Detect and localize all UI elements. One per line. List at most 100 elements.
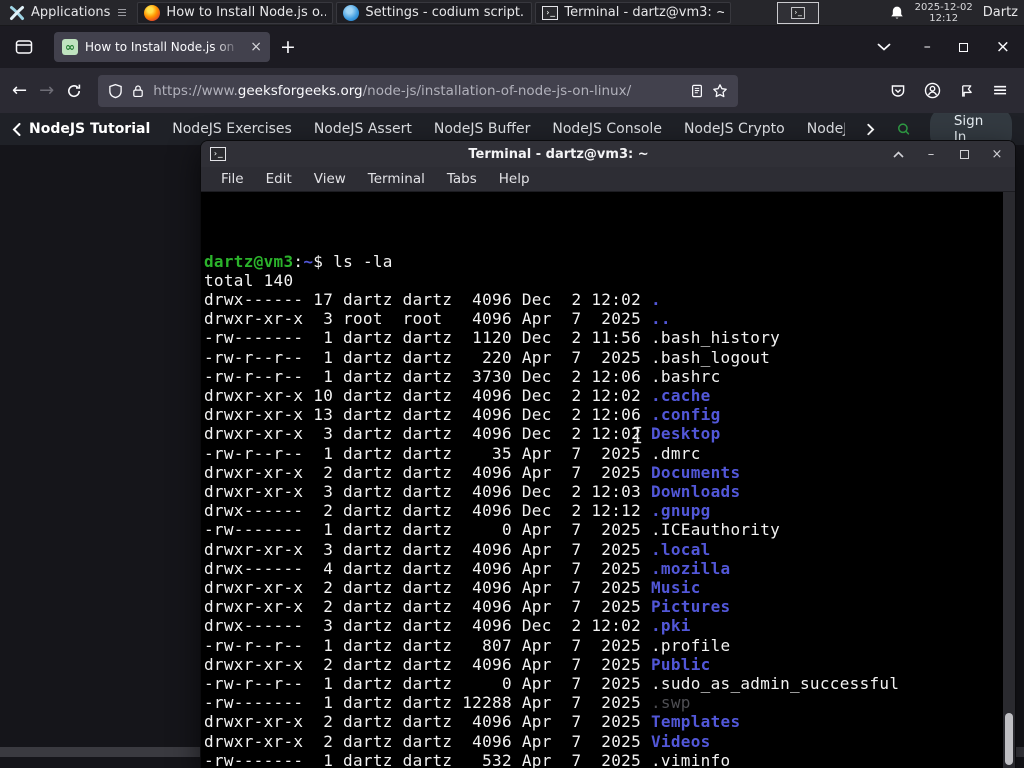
- terminal-window-controls: – ×: [891, 147, 1006, 162]
- lock-icon[interactable]: [131, 83, 145, 99]
- terminal-line: drwxr-xr-x 2 dartz dartz 4096 Apr 7 2025…: [204, 578, 701, 598]
- terminal-icon: ›_: [791, 6, 806, 19]
- terminal-title: Terminal - dartz@vm3: ~: [468, 146, 649, 162]
- mouse-cursor: [632, 426, 643, 444]
- site-nav-item[interactable]: NodeJS DNS: [807, 121, 845, 137]
- taskbar-item-label: How to Install Node.js o...: [166, 5, 327, 20]
- terminal-titlebar[interactable]: ›_ Terminal - dartz@vm3: ~ – ×: [201, 141, 1015, 167]
- reader-view-icon[interactable]: [690, 83, 704, 99]
- shade-button[interactable]: [891, 147, 905, 161]
- clock[interactable]: 2025-12-02 12:12: [915, 2, 973, 24]
- site-nav-item[interactable]: NodeJS Buffer: [434, 121, 531, 137]
- gfg-favicon: ∞: [62, 39, 78, 55]
- back-button[interactable]: ←: [12, 80, 27, 101]
- reload-button[interactable]: [66, 83, 82, 99]
- terminal-line: drwxr-xr-x 2 dartz dartz 4096 Apr 7 2025…: [204, 731, 711, 751]
- applications-label: Applications: [31, 5, 111, 20]
- close-button[interactable]: ×: [996, 38, 1010, 56]
- terminal-scrollbar[interactable]: [1003, 192, 1015, 768]
- applications-menu[interactable]: Applications: [4, 0, 131, 25]
- terminal-menu-help[interactable]: Help: [488, 171, 541, 187]
- scrollbar-thumb[interactable]: [1005, 713, 1013, 765]
- site-nav-items: NodeJS Exercises NodeJS Assert NodeJS Buff…: [172, 121, 845, 137]
- shield-icon[interactable]: [108, 83, 123, 99]
- site-nav-item[interactable]: NodeJS Exercises: [172, 121, 292, 137]
- codium-icon: [343, 4, 360, 21]
- terminal-line: -rw-r--r-- 1 dartz dartz 0 Apr 7 2025 .s…: [204, 674, 900, 694]
- user-menu[interactable]: Dartz: [983, 5, 1018, 20]
- maximize-button[interactable]: [958, 42, 968, 52]
- terminal-line: drwxr-xr-x 10 dartz dartz 4096 Dec 2 12:…: [204, 386, 711, 406]
- minimize-button[interactable]: –: [924, 147, 938, 162]
- clock-date: 2025-12-02: [914, 1, 973, 13]
- site-nav-item[interactable]: NodeJS Console: [552, 121, 662, 137]
- workspace-switcher[interactable]: ›_: [777, 1, 820, 24]
- terminal-line: drwxr-xr-x 13 dartz dartz 4096 Dec 2 12:…: [204, 405, 721, 425]
- extensions-icon[interactable]: [959, 83, 974, 99]
- site-nav-item[interactable]: NodeJS Crypto: [684, 121, 785, 137]
- terminal-line: -rw-r--r-- 1 dartz dartz 35 Apr 7 2025 .…: [204, 443, 701, 463]
- chevron-left-icon: [12, 122, 21, 136]
- search-icon[interactable]: [897, 120, 910, 138]
- tab-title: How to Install Node.js on: [85, 40, 235, 54]
- taskbar-item-firefox[interactable]: How to Install Node.js o...: [137, 1, 334, 24]
- navigation-toolbar: ← → https://www.geeksforgeeks.org/node-j…: [0, 68, 1024, 113]
- top-panel: Applications How to Install Node.js o...…: [0, 0, 1024, 26]
- chevron-right-icon[interactable]: [867, 123, 875, 136]
- taskbar-item-label: Settings - codium script...: [365, 5, 526, 20]
- site-nav-back-label: NodeJS Tutorial: [29, 121, 151, 137]
- terminal-menu-terminal[interactable]: Terminal: [357, 171, 436, 187]
- terminal-line: dartz@vm3:~$ ls -la: [204, 251, 393, 271]
- terminal-line: drwx------ 3 dartz dartz 4096 Dec 2 12:0…: [204, 616, 691, 636]
- terminal-menu-view[interactable]: View: [303, 171, 357, 187]
- clock-time: 12:12: [929, 12, 959, 24]
- menu-icon[interactable]: ≡: [992, 81, 1008, 100]
- terminal-output[interactable]: dartz@vm3:~$ ls -la total 140 drwx------ 1…: [201, 192, 1015, 768]
- bookmark-star-icon[interactable]: [712, 83, 728, 99]
- site-nav-item[interactable]: NodeJS Assert: [314, 121, 412, 137]
- close-button[interactable]: ×: [990, 147, 1004, 161]
- window-controls: – ×: [924, 38, 1014, 56]
- panel-tray: 2025-12-02 12:12 Dartz: [889, 2, 1020, 24]
- menu-lines-icon: [118, 9, 127, 16]
- taskbar-item-codium[interactable]: Settings - codium script...: [336, 1, 533, 24]
- desktop: Applications How to Install Node.js o...…: [0, 0, 1024, 768]
- forward-button[interactable]: →: [39, 80, 54, 101]
- url-text: https://www.geeksforgeeks.org/node-js/in…: [153, 82, 632, 99]
- terminal-line: drwxr-xr-x 2 dartz dartz 4096 Apr 7 2025…: [204, 654, 711, 674]
- terminal-window: ›_ Terminal - dartz@vm3: ~ – × File Edit V…: [200, 140, 1016, 768]
- terminal-line: -rw------- 1 dartz dartz 0 Apr 7 2025 .I…: [204, 520, 781, 540]
- terminal-line: drwxr-xr-x 2 dartz dartz 4096 Apr 7 2025…: [204, 462, 741, 482]
- taskbar-item-label: Terminal - dartz@vm3: ~: [564, 5, 725, 20]
- terminal-menubar: File Edit View Terminal Tabs Help: [201, 167, 1015, 192]
- terminal-menu-tabs[interactable]: Tabs: [436, 171, 488, 187]
- tab-bar: ∞ How to Install Node.js on × + – ×: [0, 26, 1024, 68]
- new-tab-button[interactable]: +: [280, 36, 296, 58]
- terminal-line: drwxr-xr-x 3 dartz dartz 4096 Dec 2 12:0…: [204, 424, 721, 444]
- terminal-line: -rw------- 1 dartz dartz 1120 Dec 2 11:5…: [204, 328, 781, 348]
- site-nav-back[interactable]: NodeJS Tutorial: [12, 121, 150, 137]
- account-icon[interactable]: [924, 82, 941, 99]
- browser-tab-active[interactable]: ∞ How to Install Node.js on ×: [54, 32, 270, 62]
- terminal-line: drwxr-xr-x 2 dartz dartz 4096 Apr 7 2025…: [204, 597, 731, 617]
- pocket-icon[interactable]: [890, 83, 906, 99]
- taskbar-item-terminal[interactable]: ›_ Terminal - dartz@vm3: ~: [535, 1, 732, 24]
- terminal-menu-edit[interactable]: Edit: [255, 171, 303, 187]
- toolbar-right-icons: ≡: [890, 81, 1012, 100]
- minimize-button[interactable]: –: [924, 39, 931, 55]
- list-all-tabs-icon[interactable]: [870, 33, 898, 61]
- terminal-line: drwx------ 4 dartz dartz 4096 Apr 7 2025…: [204, 558, 731, 578]
- terminal-icon: ›_: [210, 147, 226, 161]
- terminal-line: -rw------- 1 dartz dartz 532 Apr 7 2025 …: [204, 750, 731, 768]
- firefox-view-icon[interactable]: [10, 33, 38, 61]
- terminal-line: -rw-r--r-- 1 dartz dartz 807 Apr 7 2025 …: [204, 635, 731, 655]
- notification-bell-icon[interactable]: [889, 5, 905, 21]
- firefox-icon: [144, 4, 161, 21]
- terminal-menu-file[interactable]: File: [210, 171, 255, 187]
- tab-close-icon[interactable]: ×: [250, 39, 262, 55]
- terminal-line: drwxr-xr-x 3 dartz dartz 4096 Dec 2 12:0…: [204, 482, 741, 502]
- url-bar[interactable]: https://www.geeksforgeeks.org/node-js/in…: [98, 74, 739, 107]
- terminal-line: drwxr-xr-x 3 dartz dartz 4096 Apr 7 2025…: [204, 539, 711, 559]
- distro-logo-icon: [10, 5, 24, 20]
- maximize-button[interactable]: [957, 147, 971, 161]
